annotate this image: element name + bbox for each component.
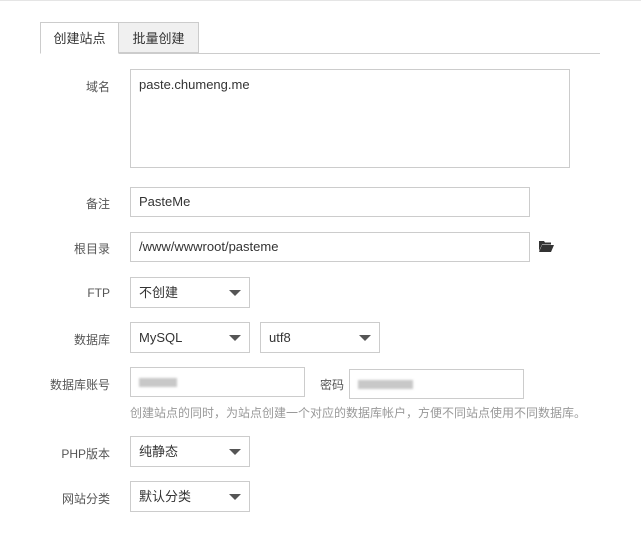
chevron-down-icon	[229, 290, 241, 296]
db-account-input[interactable]	[130, 367, 305, 397]
tab-create-site[interactable]: 创建站点	[40, 22, 119, 54]
php-version-select[interactable]: 纯静态	[130, 436, 250, 467]
tab-bar: 创建站点 批量创建	[40, 22, 600, 54]
ftp-label: FTP	[87, 286, 110, 300]
domain-label: 域名	[85, 80, 110, 94]
ftp-select[interactable]: 不创建	[130, 277, 250, 308]
db-account-label: 数据库账号	[49, 378, 110, 392]
category-value: 默认分类	[139, 489, 192, 504]
database-type-select[interactable]: MySQL	[130, 322, 250, 353]
category-select[interactable]: 默认分类	[130, 481, 250, 512]
database-type-value: MySQL	[139, 330, 183, 345]
top-divider	[0, 0, 641, 1]
remark-label: 备注	[85, 197, 110, 211]
tab-batch-create[interactable]: 批量创建	[119, 22, 199, 53]
chevron-down-icon	[229, 449, 241, 455]
db-password-input[interactable]	[349, 369, 524, 399]
root-label: 根目录	[73, 242, 110, 256]
php-label: PHP版本	[61, 447, 110, 461]
chevron-down-icon	[229, 494, 241, 500]
charset-value: utf8	[269, 330, 291, 345]
ftp-value: 不创建	[139, 285, 179, 300]
db-account-hint: 创建站点的同时，为站点创建一个对应的数据库帐户，方便不同站点使用不同数据库。	[130, 406, 587, 420]
folder-open-icon[interactable]	[539, 240, 554, 252]
chevron-down-icon	[229, 335, 241, 341]
db-password-label: 密码	[319, 378, 344, 392]
remark-input[interactable]: PasteMe	[130, 187, 530, 217]
charset-select[interactable]: utf8	[260, 322, 380, 353]
domain-textarea[interactable]: paste.chumeng.me	[130, 69, 570, 168]
database-label: 数据库	[73, 333, 110, 347]
chevron-down-icon	[359, 335, 371, 341]
php-version-value: 纯静态	[139, 444, 179, 459]
category-label: 网站分类	[61, 492, 110, 506]
root-input[interactable]: /www/wwwroot/pasteme	[130, 232, 530, 262]
